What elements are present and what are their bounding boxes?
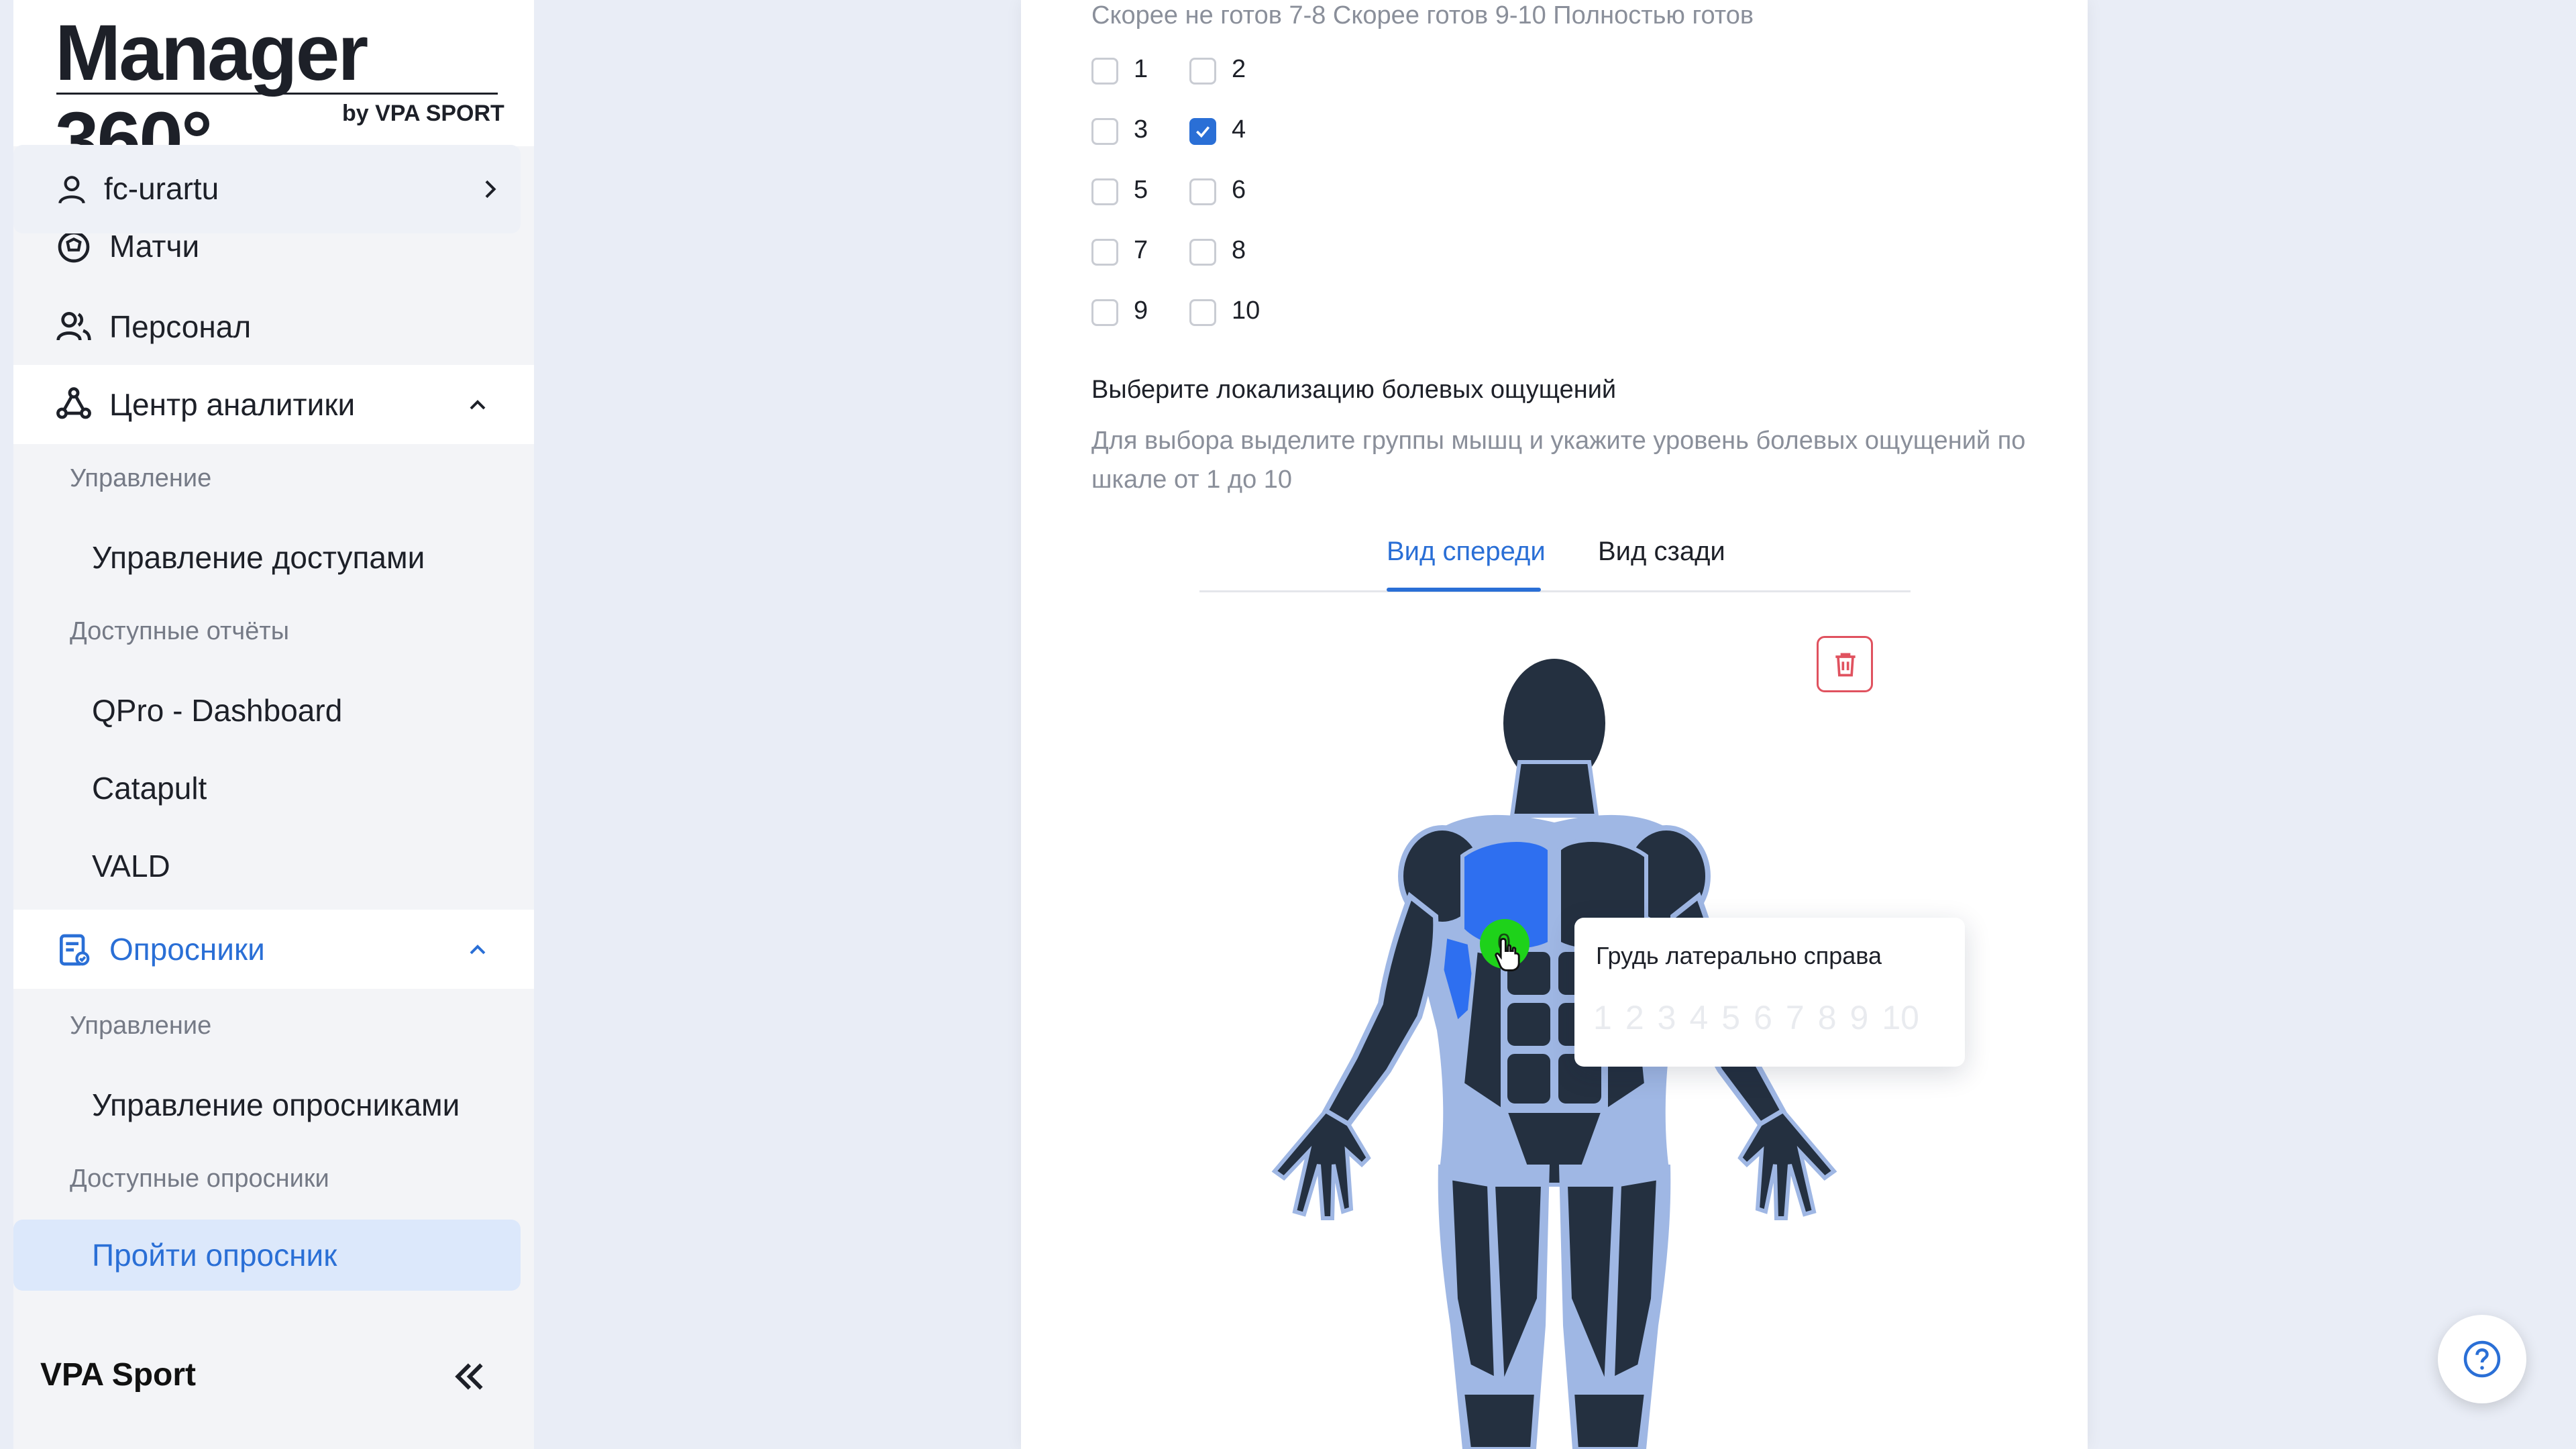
pain-level-8[interactable]: 8	[1818, 998, 1837, 1037]
option-label-4: 4	[1232, 115, 1246, 144]
pain-level-3[interactable]: 3	[1658, 998, 1676, 1037]
pain-level-7[interactable]: 7	[1786, 998, 1805, 1037]
sidebar-item-survey-management[interactable]: Управление опросниками	[92, 1087, 460, 1123]
scale-description: Скорее не готов 7-8 Скорее готов 9-10 По…	[1091, 1, 1754, 30]
muscle-tooltip-title: Грудь латерально справа	[1596, 942, 1882, 969]
account-name: fc-urartu	[104, 171, 219, 206]
chevron-up-icon[interactable]	[464, 936, 491, 963]
network-icon	[56, 387, 91, 419]
sidebar-item-take-survey-label: Пройти опросник	[92, 1238, 337, 1273]
right-arm	[1322, 892, 1439, 1128]
option-checkbox-4[interactable]	[1189, 118, 1216, 145]
pain-level-2[interactable]: 2	[1625, 998, 1644, 1037]
option-label-3: 3	[1134, 115, 1148, 144]
option-label-1: 1	[1134, 55, 1148, 83]
pain-level-5[interactable]: 5	[1721, 998, 1740, 1037]
option-label-10: 10	[1232, 297, 1260, 325]
sidebar-item-report-qpro[interactable]: QPro - Dashboard	[92, 692, 342, 729]
option-label-2: 2	[1232, 55, 1246, 83]
option-checkbox-5[interactable]	[1091, 178, 1118, 205]
active-tab-indicator	[1387, 588, 1541, 592]
pain-level-1[interactable]: 1	[1593, 998, 1612, 1037]
pain-level-scale: 1 2 3 4 5 6 7 8 9 10	[1593, 998, 1919, 1037]
thigh-muscles	[1448, 1175, 1661, 1449]
user-icon	[58, 176, 85, 204]
clipboard-icon	[60, 934, 90, 966]
option-label-8: 8	[1232, 236, 1246, 264]
option-label-9: 9	[1134, 297, 1148, 325]
option-checkbox-8[interactable]	[1189, 239, 1216, 266]
neck-muscle	[1509, 760, 1599, 818]
sidebar-item-access-management[interactable]: Управление доступами	[92, 539, 425, 576]
pain-level-4[interactable]: 4	[1689, 998, 1708, 1037]
option-checkbox-7[interactable]	[1091, 239, 1118, 266]
nav-label-staff: Персонал	[109, 309, 252, 344]
footer-brand-logo: VPA Sport	[40, 1357, 197, 1393]
brand-header: Manager 360° by VPA SPORT	[13, 0, 534, 184]
tab-back-view[interactable]: Вид сзади	[1598, 537, 1725, 567]
section-label-available-surveys: Доступные опросники	[70, 1165, 329, 1193]
tab-front-view[interactable]: Вид спереди	[1387, 537, 1546, 567]
muscle-tooltip: Грудь латерально справа 1 2 3 4 5 6 7 8 …	[1574, 918, 1965, 1067]
ball-icon	[58, 231, 90, 263]
option-checkbox-2[interactable]	[1189, 58, 1216, 85]
brand-subtitle: by VPA SPORT	[342, 101, 504, 126]
chevron-up-icon[interactable]	[464, 392, 491, 419]
question-icon	[2463, 1340, 2501, 1378]
nav-label-surveys: Опросники	[109, 932, 265, 967]
chevron-right-icon	[485, 180, 496, 199]
sidebar-item-take-survey[interactable]: Пройти опросник	[13, 1220, 521, 1291]
help-button[interactable]	[2438, 1315, 2526, 1403]
nav-item-staff[interactable]: Персонал	[13, 286, 534, 365]
tabs-divider	[1199, 590, 1911, 592]
hand-cursor-icon	[1495, 938, 1520, 971]
option-checkbox-6[interactable]	[1189, 178, 1216, 205]
option-checkbox-3[interactable]	[1091, 118, 1118, 145]
nav-item-analytics[interactable]: Центр аналитики	[13, 365, 534, 444]
pain-level-9[interactable]: 9	[1850, 998, 1869, 1037]
pain-location-question: Выберите локализацию болевых ощущений	[1091, 376, 1617, 404]
option-label-5: 5	[1134, 176, 1148, 204]
double-chevron-left-icon[interactable]	[448, 1356, 491, 1397]
nav-label-matches: Матчи	[109, 229, 200, 264]
sidebar: Manager 360° by VPA SPORT Матчи fc-urart…	[13, 0, 534, 1449]
sidebar-item-report-catapult[interactable]: Catapult	[92, 770, 207, 806]
section-label-analytics-management: Управление	[70, 464, 212, 492]
sidebar-item-report-vald[interactable]: VALD	[92, 848, 170, 884]
pain-level-6[interactable]: 6	[1754, 998, 1772, 1037]
section-label-reports: Доступные отчёты	[70, 617, 290, 645]
option-checkbox-1[interactable]	[1091, 58, 1118, 85]
nav-item-surveys[interactable]: Опросники	[13, 910, 534, 989]
nav-label-analytics: Центр аналитики	[109, 387, 356, 422]
account-switcher[interactable]: fc-urartu	[13, 145, 521, 233]
option-checkbox-9[interactable]	[1091, 299, 1118, 326]
option-label-6: 6	[1232, 176, 1246, 204]
section-label-survey-management: Управление	[70, 1012, 212, 1040]
users-icon	[56, 312, 91, 341]
pain-location-hint: Для выбора выделите группы мышц и укажит…	[1091, 427, 2026, 494]
right-hand	[1271, 1108, 1371, 1220]
brand-underline	[56, 93, 498, 95]
option-checkbox-10[interactable]	[1189, 299, 1216, 326]
pain-level-10[interactable]: 10	[1882, 998, 1919, 1037]
check-icon	[1196, 126, 1210, 138]
left-hand	[1737, 1108, 1837, 1220]
option-label-7: 7	[1134, 236, 1148, 264]
